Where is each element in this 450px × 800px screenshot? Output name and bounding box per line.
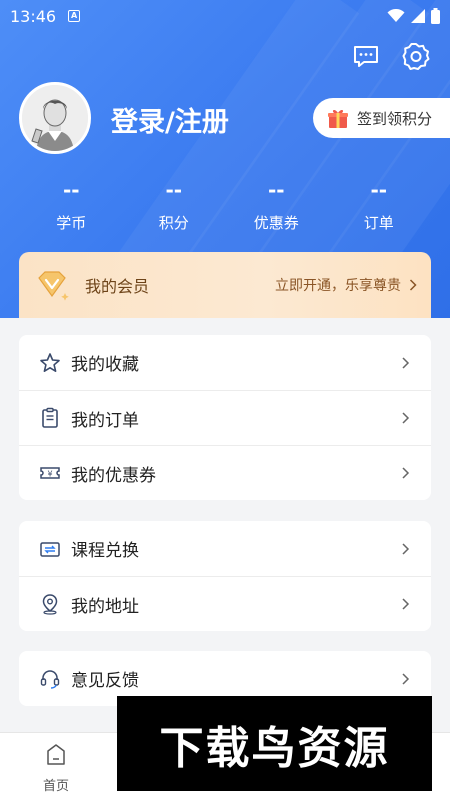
menu-group-course: 课程兑换 我的地址 [19, 521, 431, 631]
menu-item-label: 我的地址 [71, 596, 139, 617]
headset-icon [40, 669, 60, 689]
stat-coins[interactable]: -- 学币 [20, 178, 123, 233]
stat-value: -- [165, 178, 183, 202]
menu-item-favorites[interactable]: 我的收藏 [19, 335, 431, 390]
menu-item-address[interactable]: 我的地址 [19, 576, 431, 631]
notification-icon: A [68, 10, 81, 22]
message-icon[interactable] [352, 42, 380, 70]
chevron-right-icon [402, 672, 410, 685]
settings-gear-icon[interactable] [402, 42, 430, 70]
menu-item-coupons[interactable]: ¥ 我的优惠券 [19, 445, 431, 500]
stat-points[interactable]: -- 积分 [123, 178, 226, 233]
chevron-right-icon [409, 279, 417, 291]
vip-membership-card[interactable]: 我的会员 立即开通，乐享尊贵 [19, 252, 431, 318]
gift-icon [328, 109, 348, 128]
stat-label: 学币 [56, 214, 87, 232]
signin-label: 签到领积分 [357, 109, 433, 128]
avatar[interactable] [19, 82, 91, 154]
stat-orders[interactable]: -- 订单 [328, 178, 431, 233]
watermark-overlay: 下载鸟资源 [117, 696, 432, 791]
menu-item-label: 意见反馈 [71, 671, 139, 691]
status-time: 13:46 [10, 6, 57, 26]
star-icon [40, 352, 60, 372]
menu-item-label: 我的收藏 [71, 355, 139, 375]
stat-value: -- [370, 178, 388, 202]
vip-action-label: 立即开通，乐享尊贵 [275, 278, 401, 294]
menu-item-label: 我的优惠券 [71, 465, 156, 486]
chevron-right-icon [402, 598, 410, 610]
menu-group-account: 我的收藏 我的订单 ¥ 我的优惠券 [19, 335, 431, 500]
location-icon [42, 594, 58, 615]
chevron-right-icon [402, 412, 410, 424]
menu-item-label: 课程兑换 [71, 541, 139, 561]
status-bar: 13:46 A [0, 0, 450, 32]
chevron-right-icon [402, 356, 410, 369]
vip-title: 我的会员 [85, 277, 150, 296]
clipboard-icon [42, 407, 58, 428]
stat-label: 积分 [158, 214, 189, 232]
exchange-icon [40, 541, 60, 557]
coupon-icon: ¥ [40, 467, 60, 479]
signin-points-button[interactable]: 签到领积分 [313, 98, 450, 138]
stat-value: -- [62, 178, 80, 202]
menu-item-label: 我的订单 [71, 410, 139, 431]
stat-label: 优惠券 [253, 214, 299, 232]
chevron-right-icon [402, 542, 410, 555]
stat-label: 订单 [363, 214, 394, 232]
login-register-link[interactable]: 登录/注册 [111, 100, 229, 139]
signal-icon [411, 9, 425, 23]
battery-icon [431, 8, 440, 24]
wifi-icon [387, 9, 405, 22]
tab-home[interactable]: 首页 [36, 743, 76, 794]
stat-coupons[interactable]: -- 优惠券 [225, 178, 328, 233]
tab-home-label: 首页 [42, 779, 69, 794]
menu-item-course-exchange[interactable]: 课程兑换 [19, 521, 431, 576]
avatar-illustration-icon [22, 85, 88, 151]
home-icon [47, 744, 65, 765]
menu-item-orders[interactable]: 我的订单 [19, 390, 431, 445]
stats-row: -- 学币 -- 积分 -- 优惠券 -- 订单 [0, 178, 450, 233]
stat-value: -- [267, 178, 285, 202]
vip-diamond-icon [38, 271, 69, 301]
chevron-right-icon [402, 467, 410, 479]
svg-text:¥: ¥ [47, 470, 52, 479]
